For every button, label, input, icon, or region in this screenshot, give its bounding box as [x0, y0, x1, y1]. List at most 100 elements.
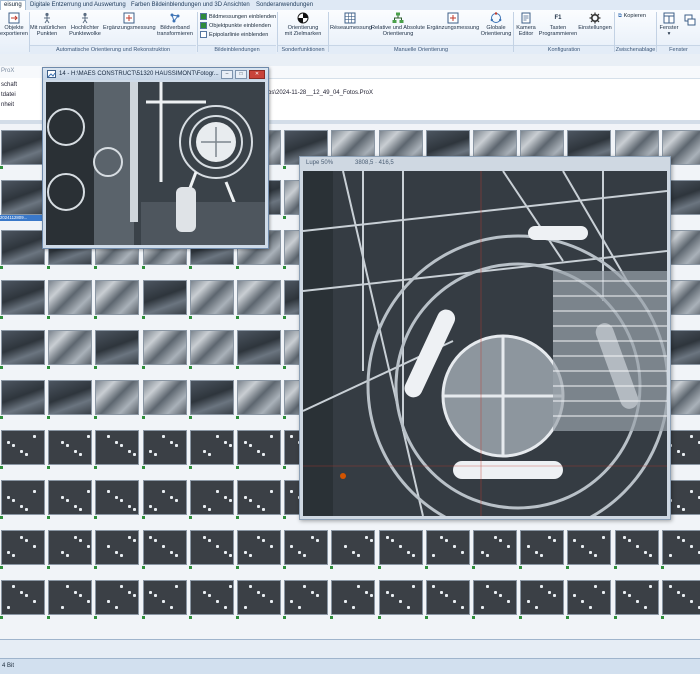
- thumbnail-item[interactable]: [188, 530, 234, 580]
- thumbnail-item[interactable]: [47, 530, 93, 580]
- thumbnail-item[interactable]: [0, 380, 45, 430]
- thumbnail-item[interactable]: [566, 530, 612, 580]
- checkbox-checked-icon: [200, 13, 207, 20]
- thumbnail-item[interactable]: [236, 280, 281, 330]
- thumbnail-item[interactable]: [330, 530, 376, 580]
- epipolarlinie-checkbox[interactable]: Epipolarlinie einblenden: [200, 31, 268, 39]
- thumbnail-item[interactable]: [424, 580, 470, 630]
- thumbnail-item[interactable]: [330, 580, 376, 630]
- thumbnail-item[interactable]: [94, 330, 140, 380]
- thumbnail-item[interactable]: [377, 580, 423, 630]
- thumbnail-item[interactable]: [377, 530, 423, 580]
- thumbnail-item[interactable]: [141, 530, 187, 580]
- ergaenzungsmessung-2-button[interactable]: Ergänzungsmessung: [426, 12, 480, 31]
- thumbnail-item[interactable]: [0, 280, 45, 330]
- thumbnail-item[interactable]: [0, 530, 45, 580]
- status-marker-icon: [566, 616, 570, 620]
- window-arrange-button[interactable]: [682, 14, 698, 27]
- thumbnail-item[interactable]: [283, 530, 329, 580]
- thumbnail-item[interactable]: [472, 530, 517, 580]
- thumbnail-item[interactable]: [94, 530, 140, 580]
- thumbnail-item[interactable]: [141, 280, 187, 330]
- close-button[interactable]: ✕: [249, 70, 265, 79]
- globale-orientierung-button[interactable]: Globale Orientierung: [480, 12, 512, 37]
- relative-absolute-orientierung-button[interactable]: Relative und Absolute Orientierung: [370, 12, 426, 37]
- loupe-view[interactable]: [303, 171, 667, 516]
- thumbnail-item[interactable]: [566, 580, 612, 630]
- tab-sonderanwendungen[interactable]: Sonderanwendungen: [256, 1, 313, 10]
- thumbnail-item[interactable]: [472, 580, 517, 630]
- kopieren-button[interactable]: ⧉ Kopieren: [618, 13, 646, 20]
- thumbnail-item[interactable]: [236, 530, 281, 580]
- minimize-button[interactable]: –: [221, 70, 233, 79]
- thumbnail-item[interactable]: [141, 430, 187, 480]
- tab-farben-bildeinblendungen[interactable]: Farben Bildeinblendungen und 3D Ansichte…: [131, 1, 250, 10]
- tab-digitale-entzerrung[interactable]: Digitale Entzerrung und Auswertung: [30, 1, 126, 10]
- thumbnail-item[interactable]: [283, 580, 329, 630]
- thumbnail-item[interactable]: [141, 580, 187, 630]
- thumbnail-item[interactable]: [94, 580, 140, 630]
- loupe-panel[interactable]: Lupe 50% 3808,5 · 416,5: [299, 156, 671, 520]
- orientierung-mit-zielmarken-button[interactable]: Orientierung mit Zielmarken: [280, 12, 326, 37]
- thumbnail-item[interactable]: [188, 580, 234, 630]
- thumbnail-item[interactable]: [188, 280, 234, 330]
- thumbnail-item[interactable]: [0, 580, 45, 630]
- sidebar-item-schaft[interactable]: schaft: [1, 82, 17, 88]
- thumbnail-item[interactable]: [236, 430, 281, 480]
- thumbnail-item[interactable]: [94, 480, 140, 530]
- image-window-titlebar[interactable]: 14 - H:\MAES CONSTRUCT\51320 HAUSSIMONT\…: [43, 68, 268, 80]
- sidebar-item-tdatei[interactable]: tdatei: [1, 92, 16, 98]
- thumbnail-item[interactable]: 2024112809...: [0, 180, 45, 230]
- thumbnail-item[interactable]: [188, 480, 234, 530]
- reseaumessung-button[interactable]: Réseaumessung: [330, 12, 372, 31]
- image-window[interactable]: 14 - H:\MAES CONSTRUCT\51320 HAUSSIMONT\…: [42, 67, 269, 249]
- thumbnail-item[interactable]: [0, 430, 45, 480]
- thumbnail-item[interactable]: [236, 330, 281, 380]
- thumbnail-item[interactable]: [0, 230, 45, 280]
- thumbnail-item[interactable]: [236, 580, 281, 630]
- thumbnail-item[interactable]: [47, 330, 93, 380]
- bildmessungen-checkbox[interactable]: Bildmessungen einblenden: [200, 13, 276, 21]
- thumbnail-item[interactable]: [188, 380, 234, 430]
- objekte-exportieren-button[interactable]: Objekte exportieren: [0, 12, 28, 37]
- ergaenzungsmessung-button[interactable]: Ergänzungsmessung: [103, 12, 156, 31]
- thumbnail-item[interactable]: [0, 480, 45, 530]
- thumbnail-item[interactable]: [236, 480, 281, 530]
- thumbnail-item[interactable]: [47, 380, 93, 430]
- thumbnail-item[interactable]: [47, 280, 93, 330]
- thumbnail-item[interactable]: [47, 580, 93, 630]
- aerial-photo-view[interactable]: [46, 82, 265, 245]
- thumbnail-item[interactable]: [613, 530, 659, 580]
- thumbnail-item[interactable]: [188, 330, 234, 380]
- thumbnail-item[interactable]: [660, 530, 700, 580]
- thumbnail-item[interactable]: [94, 430, 140, 480]
- thumbnail-caption: [188, 615, 233, 621]
- maximize-button[interactable]: □: [235, 70, 247, 79]
- thumbnail-item[interactable]: [613, 580, 659, 630]
- sidebar-item-nheit[interactable]: nheit: [1, 102, 14, 108]
- hochlichter-punktewolke-button[interactable]: Hochlichter Punktewolke: [67, 12, 103, 37]
- bildverband-transformieren-button[interactable]: Bildverband transformieren: [155, 12, 195, 37]
- thumbnail-item[interactable]: [519, 580, 565, 630]
- thumbnail-item[interactable]: [519, 530, 565, 580]
- thumbnail-item[interactable]: [47, 430, 93, 480]
- thumbnail-item[interactable]: [0, 330, 45, 380]
- thumbnail-item[interactable]: [236, 380, 281, 430]
- thumbnail-item[interactable]: [188, 430, 234, 480]
- fenster-button[interactable]: Fenster ▾: [657, 12, 681, 37]
- thumbnail-item[interactable]: [0, 130, 45, 180]
- thumbnail-item[interactable]: [141, 480, 187, 530]
- thumbnail-item[interactable]: [94, 380, 140, 430]
- thumbnail-item[interactable]: [660, 580, 700, 630]
- einstellungen-button[interactable]: Einstellungen: [578, 12, 612, 31]
- thumbnail-item[interactable]: [94, 280, 140, 330]
- thumbnail-item[interactable]: [141, 380, 187, 430]
- kamera-editor-button[interactable]: Kamera Editor: [514, 12, 538, 37]
- mit-natuerlichen-punkten-button[interactable]: Mit natürlichen Punkten: [30, 12, 66, 37]
- objektpunkte-checkbox[interactable]: Objektpunkte einblenden: [200, 22, 271, 30]
- tasten-programmieren-button[interactable]: F1 Tasten Programmieren: [538, 12, 578, 37]
- thumbnail-item[interactable]: [424, 530, 470, 580]
- thumbnail-item[interactable]: [47, 480, 93, 530]
- photo-icon: [47, 70, 56, 78]
- thumbnail-item[interactable]: [141, 330, 187, 380]
